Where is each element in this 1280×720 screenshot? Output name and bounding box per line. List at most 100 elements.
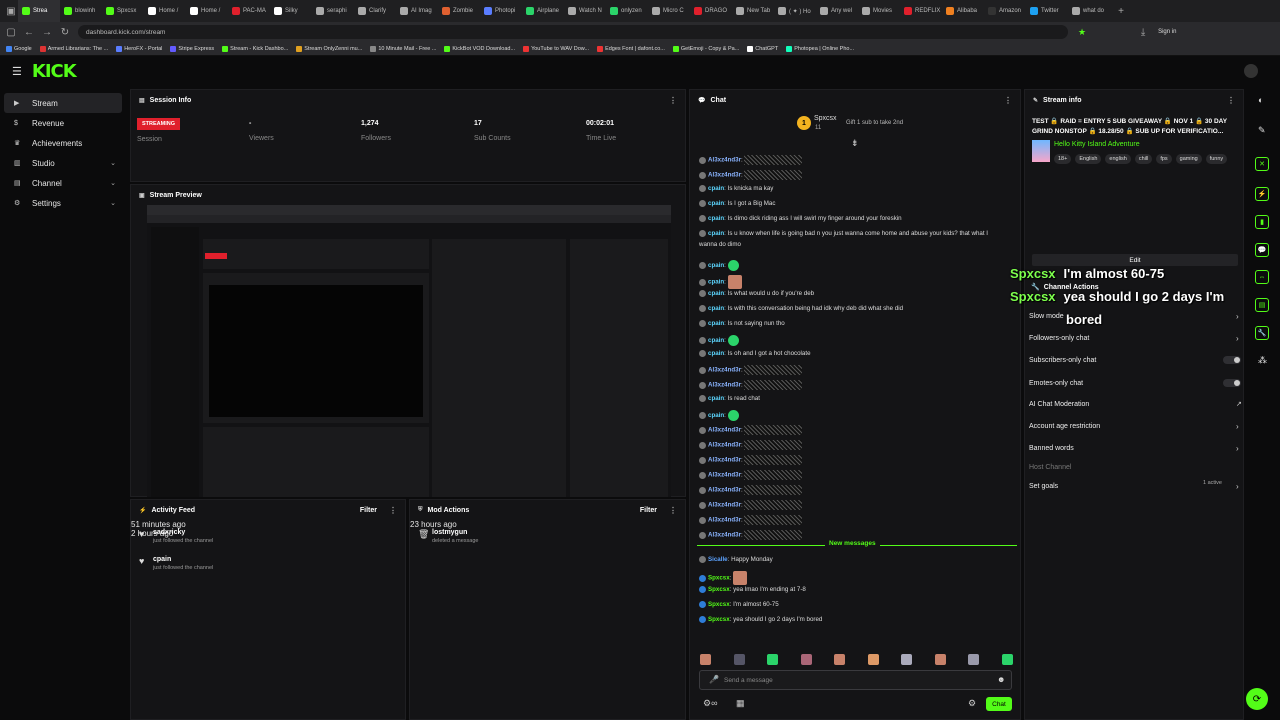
chat-username[interactable]: cpain [708, 412, 724, 419]
chat-username[interactable]: Al3xz4nd3r [708, 457, 741, 464]
bookmark-item[interactable]: ChatGPT [747, 45, 778, 52]
mod-filter-button[interactable]: Filter [640, 507, 657, 514]
sidebar-toggle-icon[interactable]: ▢ [4, 25, 18, 39]
pencil-icon[interactable]: ✎ [1258, 125, 1266, 136]
wrench-icon[interactable]: 🔧 [1255, 326, 1269, 340]
chat-username[interactable]: Spxcsx [708, 575, 730, 582]
browser-tab[interactable]: Twitter [1026, 0, 1068, 22]
stream-tag[interactable]: fps [1156, 154, 1172, 164]
chat-username[interactable]: cpain [708, 279, 724, 286]
activity-filter-button[interactable]: Filter [360, 507, 377, 514]
browser-tab[interactable]: Zombie [438, 0, 480, 22]
stream-tag[interactable]: funny [1205, 154, 1228, 164]
emote-picker-item[interactable] [968, 654, 979, 665]
chat-username[interactable]: Al3xz4nd3r [708, 157, 741, 164]
stream-tag[interactable]: gaming [1175, 154, 1202, 164]
browser-tab[interactable]: Home / [186, 0, 228, 22]
edit-stream-button[interactable]: Edit [1032, 254, 1238, 266]
chat-username[interactable]: Spxcsx [708, 616, 730, 623]
pinned-user[interactable]: Spxcsx [814, 115, 837, 122]
chat-input[interactable]: 🎤 Send a message ☻ [699, 670, 1012, 690]
gift-sub-text[interactable]: Gift 1 sub to take 2nd [846, 120, 903, 126]
emote-picker-item[interactable] [934, 654, 946, 665]
quick-action-button[interactable]: ⟳ [1246, 688, 1268, 710]
chat-username[interactable]: cpain [708, 262, 724, 269]
browser-tab[interactable]: New Tab [732, 0, 774, 22]
browser-tab[interactable]: PAC-MA [228, 0, 270, 22]
bookmark-item[interactable]: Edges Font | dafont.co... [597, 45, 665, 52]
browser-tab[interactable]: Photopi [480, 0, 522, 22]
chat-settings-icon[interactable]: ⚙ [968, 698, 976, 709]
chat-bubble-icon[interactable]: 💬 [1255, 243, 1269, 257]
chevron-right-icon[interactable]: › [1236, 482, 1239, 491]
chat-username[interactable]: Al3xz4nd3r [708, 472, 741, 479]
apps-icon[interactable]: ⁂ [1258, 355, 1267, 366]
bookmark-item[interactable]: Stripe Express [170, 45, 214, 52]
bookmark-item[interactable]: Stream OnlyZenni mu... [296, 45, 362, 52]
stream-tag[interactable]: English [1075, 154, 1102, 164]
bookmark-item[interactable]: Stream - Kick Dashbo... [222, 45, 288, 52]
chat-username[interactable]: Spxcsx [708, 601, 730, 608]
chat-username[interactable]: Al3xz4nd3r [708, 367, 741, 374]
sidebar-item-studio[interactable]: ▥ Studio ⌄ [4, 153, 122, 173]
bookmark-item[interactable]: KickBot VOD Download... [444, 45, 515, 52]
sidebar-item-channel[interactable]: ▤ Channel ⌄ [4, 173, 122, 193]
swap-icon[interactable]: ⇔ [1255, 270, 1269, 284]
browser-tab[interactable]: ( ✦ ) Ho [774, 0, 816, 22]
chat-username[interactable]: Al3xz4nd3r [708, 427, 741, 434]
browser-tab[interactable]: Strea [18, 0, 60, 22]
chat-username[interactable]: Al3xz4nd3r [708, 172, 741, 179]
microphone-icon[interactable]: 🎤 [709, 675, 719, 684]
activity-user[interactable]: sadxricky [153, 529, 213, 536]
more-icon[interactable]: ⋮ [389, 506, 397, 515]
toggle-switch[interactable] [1223, 379, 1241, 387]
stream-tag[interactable]: chill [1134, 154, 1153, 164]
menu-icon[interactable]: ☰ [12, 65, 22, 78]
browser-tab[interactable]: Airplane [522, 0, 564, 22]
channel-action-host-channel[interactable]: Host Channel [1029, 464, 1071, 471]
emoji-icon[interactable]: ☻ [997, 675, 1005, 684]
kick-logo[interactable]: KICK [32, 61, 77, 82]
emote-picker-item[interactable] [700, 654, 711, 665]
chat-username[interactable]: Al3xz4nd3r [708, 502, 741, 509]
browser-tab[interactable]: DRAGO [690, 0, 732, 22]
more-icon[interactable]: ⋮ [1227, 96, 1235, 105]
bookmark-item[interactable]: HeroFX - Portal [116, 45, 162, 52]
chat-username[interactable]: cpain [708, 215, 724, 222]
browser-tab[interactable]: Amazon [984, 0, 1026, 22]
emote-picker-item[interactable] [867, 654, 879, 665]
channel-action-followers-only-chat[interactable]: Followers-only chat [1029, 335, 1089, 342]
sidebar-item-settings[interactable]: ⚙ Settings ⌄ [4, 193, 122, 213]
bookmark-item[interactable]: Google [6, 45, 32, 52]
chevron-right-icon[interactable]: › [1236, 444, 1239, 453]
channel-action-slow-mode[interactable]: Slow mode [1029, 313, 1064, 320]
bookmark-item[interactable]: Photopea | Online Pho... [786, 45, 854, 52]
more-icon[interactable]: ⋮ [669, 506, 677, 515]
bookmark-item[interactable]: GetEmoji - Copy & Pa... [672, 45, 739, 52]
stream-tag[interactable]: 18+ [1054, 154, 1072, 164]
channel-action-subscribers-only-chat[interactable]: Subscribers-only chat [1029, 357, 1096, 364]
stream-preview-video[interactable] [147, 205, 671, 497]
chat-username[interactable]: cpain [708, 185, 724, 192]
sidebar-item-revenue[interactable]: $ Revenue [4, 113, 122, 133]
emote-picker-item[interactable] [733, 654, 745, 665]
more-icon[interactable]: ⋮ [1004, 96, 1012, 105]
browser-tab[interactable]: seraphi [312, 0, 354, 22]
browser-tab[interactable]: Watch N [564, 0, 606, 22]
browser-tab[interactable]: Home / [144, 0, 186, 22]
avatar[interactable] [1244, 64, 1258, 78]
emote-picker-item[interactable] [834, 654, 845, 665]
chat-username[interactable]: cpain [708, 290, 724, 297]
browser-tab[interactable]: Micro C [648, 0, 690, 22]
chat-username[interactable]: Al3xz4nd3r [708, 487, 741, 494]
chevron-down-icon[interactable]: ⌄ [110, 199, 116, 207]
emote-picker-item[interactable] [1001, 654, 1013, 665]
chat-username[interactable]: Al3xz4nd3r [708, 532, 741, 539]
bolt-icon[interactable]: ⚡ [1255, 187, 1269, 201]
chat-username[interactable]: Al3xz4nd3r [708, 442, 741, 449]
browser-tab[interactable]: Alibaba [942, 0, 984, 22]
activity-user[interactable]: cpain [153, 556, 213, 563]
more-icon[interactable]: ⋮ [669, 96, 677, 105]
sidebar-item-stream[interactable]: ▶ Stream [4, 93, 122, 113]
mod-user[interactable]: lostmygun [432, 529, 478, 536]
